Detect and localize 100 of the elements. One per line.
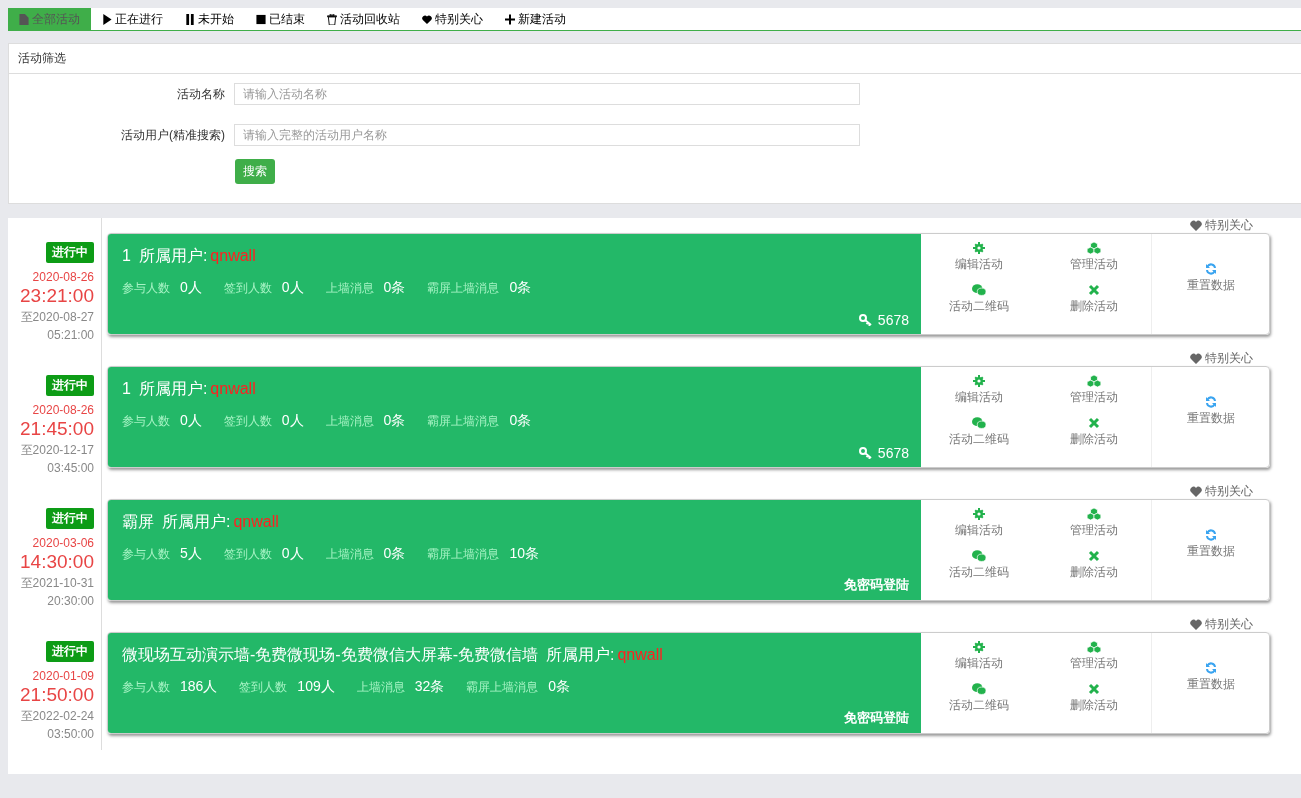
end-time: 03:45:00 — [47, 460, 94, 477]
owner-label: 所属用户: — [138, 246, 208, 266]
access-info: 免密码登陆 — [844, 709, 909, 727]
owner-name: qnwall — [617, 646, 663, 664]
stat-value: 186人 — [180, 678, 218, 696]
action-link[interactable]: 编辑活动 — [921, 375, 1036, 417]
activity-name: 微现场互动演示墙-免费微现场-免费微信大屏幕-免费微信墙 — [122, 645, 538, 665]
action-link[interactable]: 编辑活动 — [921, 641, 1036, 683]
stat-value: 0条 — [509, 412, 532, 430]
action-link[interactable]: 删除活动 — [1036, 550, 1151, 592]
heart-icon — [1190, 619, 1202, 630]
stat-value: 32条 — [414, 678, 445, 696]
heart-icon — [1190, 220, 1202, 231]
stat-value: 0人 — [180, 279, 202, 297]
pause-icon — [185, 13, 195, 25]
stat-value: 0人 — [281, 279, 304, 297]
action-link[interactable]: 编辑活动 — [921, 242, 1036, 284]
favorite-link[interactable]: 特别关心 — [1190, 351, 1253, 366]
stat-value: 10条 — [509, 545, 539, 563]
stat-value: 0条 — [383, 412, 406, 430]
stat-value: 0人 — [180, 412, 202, 430]
stat-label: 参与人数 — [122, 679, 170, 696]
stat-value: 0条 — [383, 279, 406, 297]
field-label: 活动用户(精准搜索) — [120, 126, 226, 144]
reset-link[interactable]: 重置数据 — [1186, 529, 1235, 560]
input-field[interactable]: 请输入完整的活动用户名称 — [234, 124, 860, 146]
action-link[interactable]: 删除活动 — [1036, 284, 1151, 326]
stat-label: 参与人数 — [122, 413, 170, 430]
end-time: 03:50:00 — [47, 726, 94, 743]
action-link[interactable]: 活动二维码 — [921, 550, 1036, 592]
panel-title: 活动筛选 — [9, 44, 1301, 74]
favorite-link[interactable]: 特别关心 — [1190, 484, 1253, 499]
cubes-icon — [1086, 375, 1101, 387]
start-time: 21:50:00 — [20, 683, 94, 707]
input-field[interactable]: 请输入活动名称 — [234, 83, 860, 105]
end-time: 05:21:00 — [47, 327, 94, 344]
field-label: 活动名称 — [176, 85, 226, 103]
stat-label: 上墙消息 — [356, 679, 405, 696]
cubes-icon — [1086, 508, 1101, 520]
end-date: 至2020-12-17 — [20, 442, 94, 459]
favorite-link[interactable]: 特别关心 — [1190, 617, 1253, 632]
stat-value: 0条 — [548, 678, 571, 696]
stat-label: 签到人数 — [223, 546, 272, 563]
cross-icon — [1086, 550, 1101, 562]
action-link[interactable]: 编辑活动 — [921, 508, 1036, 550]
action-link[interactable]: 删除活动 — [1036, 683, 1151, 725]
favorite-link[interactable]: 特别关心 — [1190, 218, 1253, 233]
activity-name: 1 — [122, 247, 131, 265]
start-date: 2020-03-06 — [32, 536, 94, 550]
key-icon — [858, 314, 873, 326]
action-link[interactable]: 管理活动 — [1036, 375, 1151, 417]
reset-link[interactable]: 重置数据 — [1186, 396, 1235, 427]
stat-value: 109人 — [297, 678, 335, 696]
cubes-icon — [1086, 641, 1101, 653]
refresh-icon — [1203, 263, 1218, 275]
chat-icon — [971, 417, 986, 429]
key-icon — [858, 447, 873, 459]
access-info: 免密码登陆 — [844, 576, 909, 594]
stat-label: 霸屏上墙消息 — [427, 280, 500, 297]
reset-link[interactable]: 重置数据 — [1186, 263, 1235, 294]
end-date: 至2022-02-24 — [20, 708, 94, 725]
activity-name: 1 — [122, 380, 131, 398]
heart-icon — [1190, 486, 1202, 497]
action-link[interactable]: 管理活动 — [1036, 641, 1151, 683]
owner-name: qnwall — [233, 513, 279, 531]
owner-label: 所属用户: — [162, 512, 231, 532]
start-date: 2020-08-26 — [32, 270, 94, 284]
stat-label: 参与人数 — [122, 546, 170, 563]
plus-icon — [505, 13, 515, 25]
reset-link[interactable]: 重置数据 — [1186, 662, 1235, 693]
stat-label: 签到人数 — [223, 280, 272, 297]
action-link[interactable]: 管理活动 — [1036, 508, 1151, 550]
start-time: 21:45:00 — [20, 417, 94, 441]
action-link[interactable]: 活动二维码 — [921, 284, 1036, 326]
action-link[interactable]: 活动二维码 — [921, 683, 1036, 725]
access-info: 5678 — [877, 445, 909, 461]
action-link[interactable]: 活动二维码 — [921, 417, 1036, 459]
start-time: 14:30:00 — [20, 550, 94, 574]
status-badge: 进行中 — [46, 375, 94, 396]
stat-label: 参与人数 — [122, 280, 170, 297]
owner-name: qnwall — [210, 380, 256, 398]
owner-label: 所属用户: — [138, 379, 208, 399]
gear-icon — [971, 375, 986, 387]
end-date: 至2021-10-31 — [20, 575, 94, 592]
action-link[interactable]: 管理活动 — [1036, 242, 1151, 284]
refresh-icon — [1203, 529, 1218, 541]
action-link[interactable]: 删除活动 — [1036, 417, 1151, 459]
nav-tab[interactable]: 全部活动 — [8, 8, 91, 30]
file-icon — [19, 13, 29, 25]
cross-icon — [1086, 417, 1101, 429]
gear-icon — [971, 641, 986, 653]
end-date: 至2020-08-27 — [20, 309, 94, 326]
stat-label: 上墙消息 — [325, 280, 374, 297]
chat-icon — [971, 683, 986, 695]
cross-icon — [1086, 284, 1101, 296]
stat-label: 霸屏上墙消息 — [466, 679, 539, 696]
heart-icon — [422, 13, 432, 25]
start-date: 2020-08-26 — [32, 403, 94, 417]
search-button[interactable]: 搜索 — [235, 159, 275, 184]
cubes-icon — [1086, 242, 1101, 254]
